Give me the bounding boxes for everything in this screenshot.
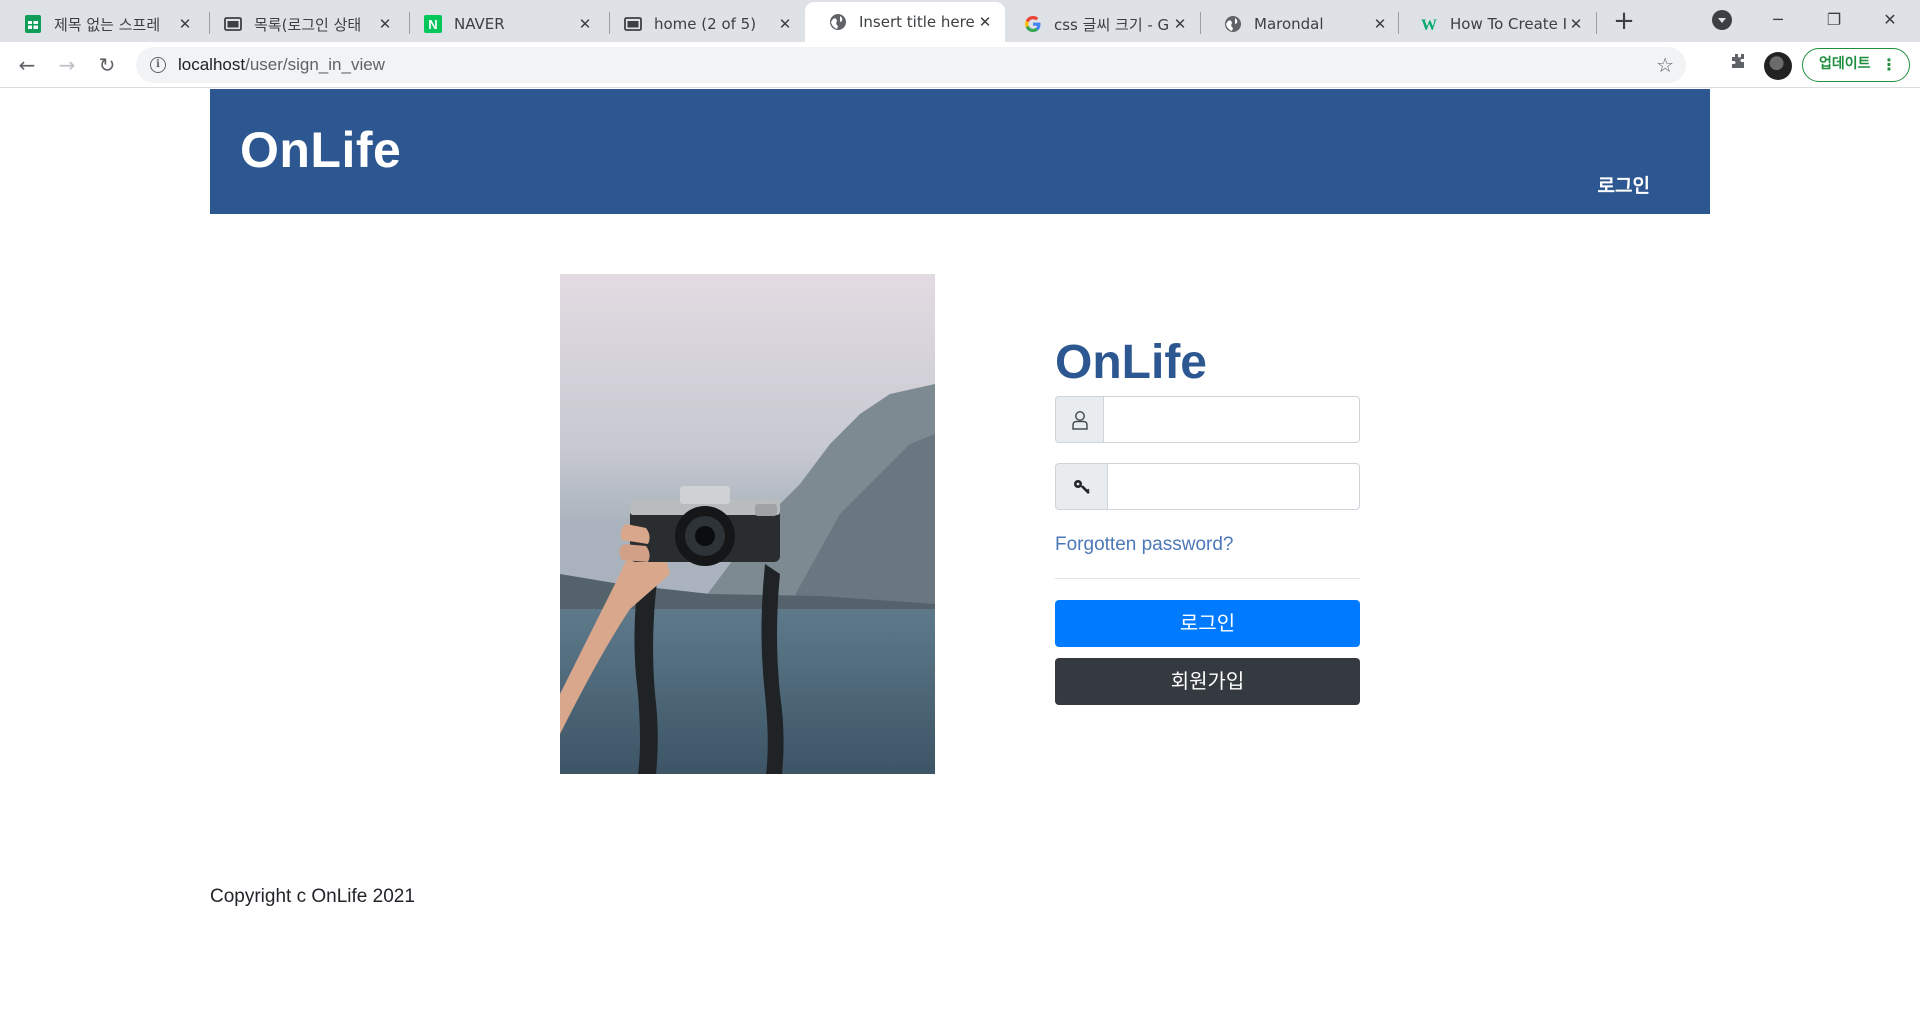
naver-icon: N (424, 15, 442, 33)
browser-tab[interactable]: Marondal ✕ (1200, 6, 1400, 42)
svg-text:W: W (1421, 17, 1437, 33)
browser-tab[interactable]: home (2 of 5) ✕ (600, 6, 805, 42)
close-icon[interactable]: ✕ (375, 14, 395, 34)
more-menu-icon[interactable]: ⋮ (1881, 49, 1897, 80)
new-tab-button[interactable]: + (1610, 8, 1638, 36)
close-icon[interactable]: ✕ (575, 14, 595, 34)
restore-icon[interactable]: ❐ (1806, 0, 1862, 42)
tab-title: NAVER (454, 15, 505, 33)
browser-toolbar: ← → ↻ i localhost/user/sign_in_view ☆ (0, 42, 1920, 88)
info-icon[interactable]: i (150, 57, 166, 73)
close-icon[interactable]: ✕ (1370, 14, 1390, 34)
nav-login-link[interactable]: 로그인 (1598, 171, 1650, 198)
tab-title: Marondal (1254, 15, 1324, 33)
back-icon[interactable]: ← (12, 50, 42, 80)
close-window-icon[interactable]: ✕ (1862, 0, 1918, 42)
globe-icon (1225, 16, 1241, 32)
page-icon (624, 17, 642, 31)
svg-text:N: N (428, 17, 437, 32)
tab-title: css 글씨 크기 - G (1054, 15, 1170, 34)
site-logo[interactable]: OnLife (240, 121, 401, 179)
user-icon (1055, 396, 1103, 443)
minimize-icon[interactable]: ─ (1750, 0, 1806, 42)
signup-button[interactable]: 회원가입 (1055, 658, 1360, 705)
url-host: localhost (178, 55, 246, 74)
login-button[interactable]: 로그인 (1055, 600, 1360, 647)
tab-title: home (2 of 5) (654, 15, 757, 33)
camera-photo-illustration (560, 274, 935, 774)
login-form: OnLife Forgotten password? 로그인 회원가입 (1055, 330, 1360, 705)
forward-icon[interactable]: → (52, 50, 82, 80)
close-icon[interactable]: ✕ (1170, 14, 1190, 34)
tab-title: How To Create Ic (1450, 15, 1566, 33)
sheets-icon (25, 15, 41, 33)
password-input[interactable] (1107, 463, 1360, 510)
update-button[interactable]: 업데이트 ⋮ (1802, 48, 1910, 82)
forgot-password-link[interactable]: Forgotten password? (1055, 534, 1360, 564)
camera-photo (560, 274, 935, 774)
reload-icon[interactable]: ↻ (92, 50, 122, 80)
browser-tab-active[interactable]: Insert title here ✕ (805, 2, 1005, 42)
profile-avatar[interactable] (1764, 52, 1792, 80)
tab-divider (1596, 12, 1597, 34)
browser-tab[interactable]: 목록(로그인 상태 ✕ (200, 6, 405, 42)
close-icon[interactable]: ✕ (1566, 14, 1586, 34)
globe-icon (830, 14, 846, 30)
url-path: /user/sign_in_view (245, 55, 385, 74)
tab-search-icon[interactable] (1712, 10, 1732, 30)
username-input[interactable] (1103, 396, 1360, 443)
username-group (1055, 396, 1360, 443)
password-group (1055, 463, 1360, 510)
tab-title: 목록(로그인 상태 (254, 15, 362, 34)
login-title: OnLife (1055, 336, 1207, 389)
page-icon (224, 17, 242, 31)
close-icon[interactable]: ✕ (175, 14, 195, 34)
address-bar[interactable]: i localhost/user/sign_in_view ☆ (136, 47, 1686, 83)
tab-strip: 제목 없는 스프레 ✕ 목록(로그인 상태 ✕ N NAVER ✕ home (… (0, 0, 1920, 42)
browser-tab[interactable]: W How To Create Ic ✕ (1396, 6, 1596, 42)
extensions-icon[interactable] (1726, 52, 1750, 76)
url-text[interactable]: localhost/user/sign_in_view (178, 55, 385, 75)
footer-copyright: Copyright c OnLife 2021 (210, 886, 415, 907)
browser-tab[interactable]: 제목 없는 스프레 ✕ (0, 6, 205, 42)
close-icon[interactable]: ✕ (975, 12, 995, 32)
browser-tab[interactable]: N NAVER ✕ (400, 6, 605, 42)
site-header: OnLife 로그인 (210, 89, 1710, 214)
google-icon (1025, 16, 1041, 32)
form-divider (1055, 578, 1360, 579)
update-label: 업데이트 (1819, 56, 1871, 72)
bookmark-star-icon[interactable]: ☆ (1656, 53, 1674, 77)
w3schools-icon: W (1421, 17, 1437, 33)
tab-title: Insert title here (859, 13, 975, 31)
tab-title: 제목 없는 스프레 (54, 15, 161, 34)
key-icon (1055, 463, 1107, 510)
browser-tab[interactable]: css 글씨 크기 - G ✕ (1000, 6, 1200, 42)
close-icon[interactable]: ✕ (775, 14, 795, 34)
